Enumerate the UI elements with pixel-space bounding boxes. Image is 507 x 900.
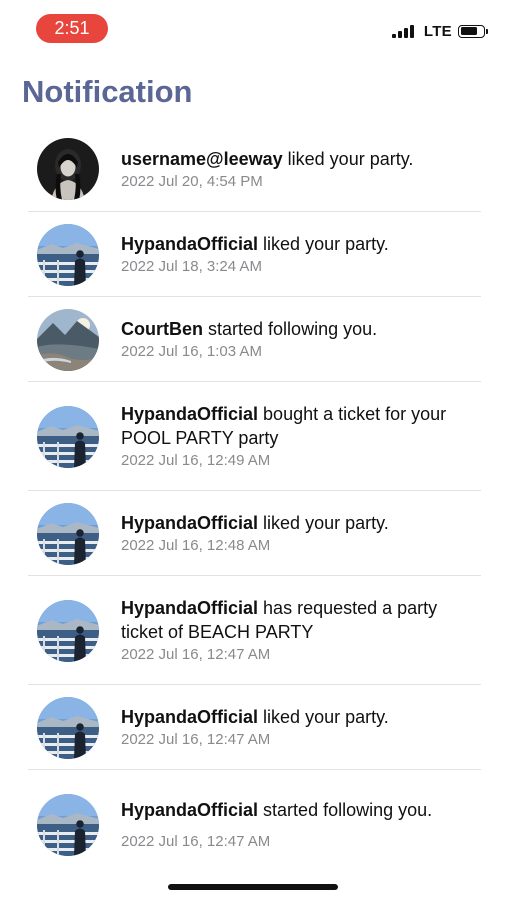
notification-item[interactable]: CourtBen started following you. 2022 Jul… xyxy=(0,297,507,382)
notification-username[interactable]: HypandaOfficial xyxy=(121,513,258,533)
avatar[interactable] xyxy=(37,696,99,759)
notification-timestamp: 2022 Jul 16, 12:47 AM xyxy=(121,731,271,748)
notification-username[interactable]: CourtBen xyxy=(121,319,203,339)
notification-message: HypandaOfficial liked your party. xyxy=(121,511,483,535)
home-indicator[interactable] xyxy=(168,884,338,890)
notification-timestamp: 2022 Jul 18, 3:24 AM xyxy=(121,258,262,275)
notification-text: CourtBen started following you. 2022 Jul… xyxy=(121,317,483,362)
notification-text: HypandaOfficial started following you. 2… xyxy=(121,798,483,852)
notification-item[interactable]: HypandaOfficial liked your party. 2022 J… xyxy=(0,685,507,770)
notification-username[interactable]: HypandaOfficial xyxy=(121,707,258,727)
notification-text: HypandaOfficial has requested a party ti… xyxy=(121,596,483,665)
notification-timestamp: 2022 Jul 20, 4:54 PM xyxy=(121,172,263,190)
notification-item[interactable]: HypandaOfficial liked your party. 2022 J… xyxy=(0,491,507,576)
notification-text: HypandaOfficial liked your party. 2022 J… xyxy=(121,705,483,750)
avatar[interactable] xyxy=(37,599,99,662)
notification-text: username@leeway liked your party. 2022 J… xyxy=(121,147,483,192)
notification-item[interactable]: HypandaOfficial liked your party. 2022 J… xyxy=(0,212,507,297)
notification-message: HypandaOfficial liked your party. xyxy=(121,705,483,729)
status-indicators: LTE xyxy=(391,22,488,40)
notification-action: liked your party. xyxy=(263,513,389,533)
status-time[interactable]: 2:51 xyxy=(36,14,108,43)
notification-text: HypandaOfficial liked your party. 2022 J… xyxy=(121,511,483,556)
notification-message: HypandaOfficial has requested a party ti… xyxy=(121,596,483,644)
network-label: LTE xyxy=(423,22,452,40)
notification-timestamp: 2022 Jul 16, 1:03 AM xyxy=(121,343,262,360)
notification-list: username@leeway liked your party. 2022 J… xyxy=(0,126,507,880)
battery-icon xyxy=(458,24,488,38)
page-title: Notification xyxy=(22,74,193,109)
notification-message: CourtBen started following you. xyxy=(121,317,483,341)
avatar[interactable] xyxy=(37,502,99,565)
notification-text: HypandaOfficial bought a ticket for your… xyxy=(121,402,483,471)
status-bar: 2:51 LTE xyxy=(0,0,507,56)
notification-timestamp: 2022 Jul 16, 12:47 AM xyxy=(121,646,271,663)
notification-username[interactable]: HypandaOfficial xyxy=(121,234,258,254)
notification-username[interactable]: HypandaOfficial xyxy=(121,404,258,424)
notification-username[interactable]: HypandaOfficial xyxy=(121,598,258,618)
notification-item[interactable]: username@leeway liked your party. 2022 J… xyxy=(0,126,507,212)
notification-timestamp: 2022 Jul 16, 12:47 AM xyxy=(121,833,271,850)
notification-item[interactable]: HypandaOfficial has requested a party ti… xyxy=(0,576,507,685)
notification-action: started following you. xyxy=(263,800,433,820)
notification-text: HypandaOfficial liked your party. 2022 J… xyxy=(121,232,483,277)
notification-action: started following you. xyxy=(208,319,378,339)
notification-action: liked your party. xyxy=(263,234,389,254)
notification-timestamp: 2022 Jul 16, 12:48 AM xyxy=(121,537,271,554)
notification-item[interactable]: HypandaOfficial bought a ticket for your… xyxy=(0,382,507,491)
notification-message: HypandaOfficial liked your party. xyxy=(121,232,483,256)
notification-action: liked your party. xyxy=(287,148,414,169)
notification-username[interactable]: HypandaOfficial xyxy=(121,800,258,820)
avatar[interactable] xyxy=(37,138,99,200)
signal-icon xyxy=(391,24,416,38)
notification-message: HypandaOfficial bought a ticket for your… xyxy=(121,402,483,450)
notification-timestamp: 2022 Jul 16, 12:49 AM xyxy=(121,452,271,469)
notification-action: liked your party. xyxy=(263,707,389,727)
avatar[interactable] xyxy=(37,794,99,856)
notification-screen: 2:51 LTE Notification username@leeway li… xyxy=(0,0,507,900)
notification-username[interactable]: username@leeway xyxy=(121,149,283,169)
notification-message: HypandaOfficial started following you. xyxy=(121,798,483,822)
avatar[interactable] xyxy=(37,405,99,468)
notification-item[interactable]: HypandaOfficial started following you. 2… xyxy=(0,770,507,880)
avatar[interactable] xyxy=(37,308,99,371)
notification-message: username@leeway liked your party. xyxy=(121,147,483,171)
avatar[interactable] xyxy=(37,223,99,286)
